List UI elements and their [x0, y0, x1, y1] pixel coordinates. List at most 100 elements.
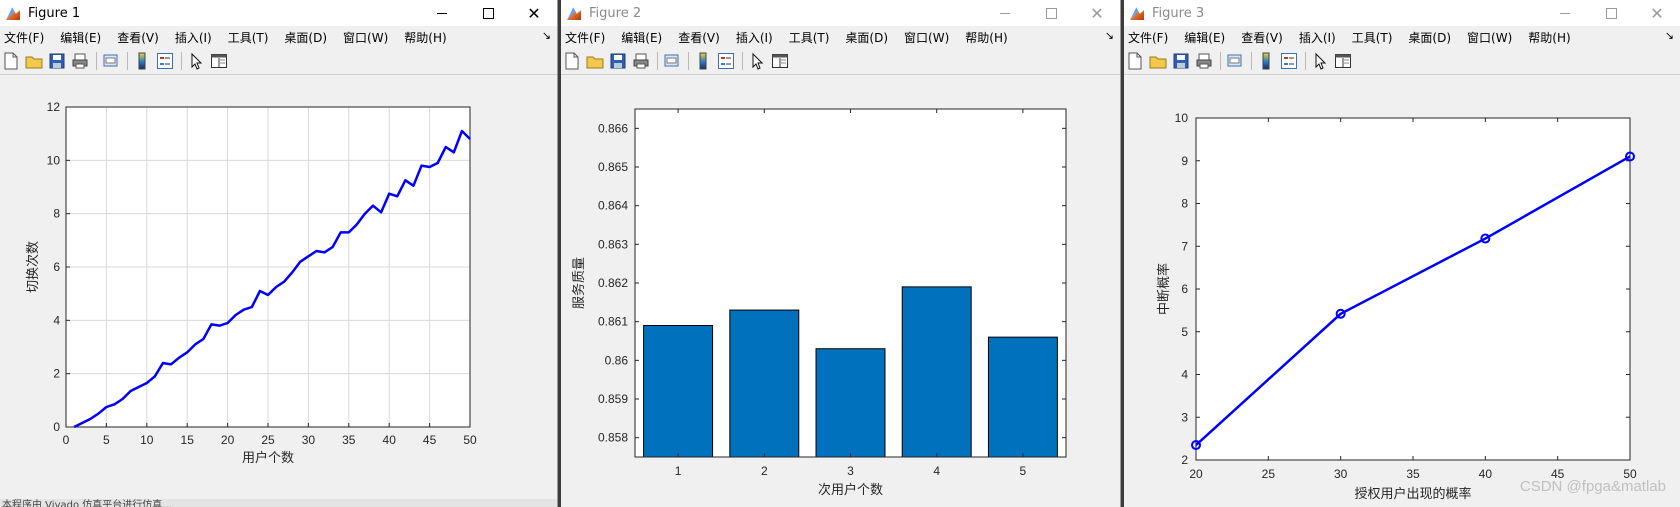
bar: [729, 309, 800, 458]
y-tick-label: 0.864: [598, 199, 628, 213]
chart-1: 0 5 10 15 20 25 30 35 40 45 50 0 2 4 6 8 10 12 用户个数 切换次数: [25, 100, 477, 465]
print-preview-icon[interactable]: [102, 52, 120, 70]
figure-toolbar: [0, 48, 557, 75]
print-preview-icon[interactable]: [663, 52, 681, 70]
axes: 0 5 10 15 20 25 30 35 40 45 50 0 2 4 6 8 10 12 用户个数 切换次数: [25, 100, 477, 465]
save-icon[interactable]: [1172, 52, 1190, 70]
menu-window[interactable]: 窗口(W): [904, 29, 949, 46]
toolbar-separator: [742, 52, 743, 70]
window-title: Figure 3: [1152, 5, 1205, 21]
x-axis-label: 次用户个数: [818, 482, 883, 497]
bar: [901, 286, 972, 458]
new-file-icon[interactable]: [2, 52, 20, 70]
minimize-button[interactable]: [419, 0, 465, 26]
toolbar-separator: [688, 52, 689, 70]
new-file-icon[interactable]: [563, 52, 581, 70]
colorbar-icon[interactable]: [133, 52, 151, 70]
menu-window[interactable]: 窗口(W): [343, 29, 388, 46]
figure-toolbar: [1124, 48, 1680, 75]
figure-window-2: Figure 2 ✕ 文件(F) 编辑(E) 查看(V) 插入(I) 工具(T)…: [561, 0, 1121, 507]
menu-view[interactable]: 查看(V): [117, 29, 159, 46]
menu-bar: 文件(F) 编辑(E) 查看(V) 插入(I) 工具(T) 桌面(D) 窗口(W…: [561, 26, 1120, 48]
x-tick-label: 45: [423, 433, 437, 447]
y-tick-label: 9: [1181, 154, 1188, 168]
print-icon[interactable]: [632, 52, 650, 70]
close-button[interactable]: ✕: [1074, 0, 1120, 26]
maximize-button[interactable]: [1588, 0, 1634, 26]
save-icon[interactable]: [48, 52, 66, 70]
colorbar-icon[interactable]: [1257, 52, 1275, 70]
x-tick-label: 4: [933, 464, 940, 478]
minimize-button[interactable]: [982, 0, 1028, 26]
open-folder-icon[interactable]: [586, 52, 604, 70]
menu-window[interactable]: 窗口(W): [1467, 29, 1512, 46]
menu-insert[interactable]: 插入(I): [736, 29, 773, 46]
window-title: Figure 1: [28, 5, 81, 21]
print-preview-icon[interactable]: [1226, 52, 1244, 70]
property-editor-icon[interactable]: [771, 52, 789, 70]
x-axis-label: 用户个数: [242, 450, 294, 465]
property-editor-icon[interactable]: [210, 52, 228, 70]
menu-edit[interactable]: 编辑(E): [60, 29, 101, 46]
pointer-icon[interactable]: [748, 52, 766, 70]
open-folder-icon[interactable]: [1149, 52, 1167, 70]
menu-tools[interactable]: 工具(T): [789, 29, 830, 46]
menu-file[interactable]: 文件(F): [1128, 29, 1168, 46]
legend-icon[interactable]: [1280, 52, 1298, 70]
bar: [987, 336, 1058, 458]
property-editor-icon[interactable]: [1334, 52, 1352, 70]
y-tick-label: 0.861: [598, 315, 628, 329]
chart-2-area: 1 2 3 4 5 0.858 0.859 0.86 0.861 0.862 0.863 0.864 0…: [561, 74, 1120, 507]
y-tick-label: 0.865: [598, 160, 628, 174]
legend-icon[interactable]: [717, 52, 735, 70]
title-bar[interactable]: Figure 3 ✕: [1124, 0, 1680, 26]
x-tick-label: 0: [63, 433, 70, 447]
y-tick-label: 0.866: [598, 121, 628, 135]
menu-view[interactable]: 查看(V): [1241, 29, 1283, 46]
pointer-icon[interactable]: [187, 52, 205, 70]
menu-view[interactable]: 查看(V): [678, 29, 720, 46]
y-tick-label: 6: [1181, 282, 1188, 296]
open-folder-icon[interactable]: [25, 52, 43, 70]
menu-tools[interactable]: 工具(T): [228, 29, 269, 46]
minimize-button[interactable]: [1542, 0, 1588, 26]
save-icon[interactable]: [609, 52, 627, 70]
menu-file[interactable]: 文件(F): [4, 29, 44, 46]
close-button[interactable]: ✕: [511, 0, 557, 26]
maximize-button[interactable]: [1028, 0, 1074, 26]
menu-overflow-icon[interactable]: ↘: [1105, 29, 1114, 42]
x-tick-label: 25: [1262, 467, 1276, 481]
title-bar[interactable]: Figure 1 ✕: [0, 0, 557, 26]
menu-help[interactable]: 帮助(H): [1528, 29, 1570, 46]
x-tick-label: 5: [103, 433, 110, 447]
print-icon[interactable]: [1195, 52, 1213, 70]
maximize-button[interactable]: [465, 0, 511, 26]
title-bar[interactable]: Figure 2 ✕: [561, 0, 1120, 26]
chart-2: 1 2 3 4 5 0.858 0.859 0.86 0.861 0.862 0.863 0.864 0…: [571, 108, 1067, 497]
menu-desktop[interactable]: 桌面(D): [1408, 29, 1451, 46]
menu-help[interactable]: 帮助(H): [965, 29, 1007, 46]
toolbar-separator: [1220, 52, 1221, 70]
menu-help[interactable]: 帮助(H): [404, 29, 446, 46]
y-tick-label: 12: [47, 100, 61, 114]
menu-overflow-icon[interactable]: ↘: [1665, 29, 1674, 42]
new-file-icon[interactable]: [1126, 52, 1144, 70]
menu-file[interactable]: 文件(F): [565, 29, 605, 46]
menu-desktop[interactable]: 桌面(D): [845, 29, 888, 46]
pointer-icon[interactable]: [1311, 52, 1329, 70]
x-tick-label: 40: [383, 433, 397, 447]
legend-icon[interactable]: [156, 52, 174, 70]
toolbar-separator: [96, 52, 97, 70]
close-button[interactable]: ✕: [1634, 0, 1680, 26]
menu-edit[interactable]: 编辑(E): [1184, 29, 1225, 46]
menu-insert[interactable]: 插入(I): [175, 29, 212, 46]
menu-edit[interactable]: 编辑(E): [621, 29, 662, 46]
menu-tools[interactable]: 工具(T): [1352, 29, 1393, 46]
y-tick-label: 5: [1181, 325, 1188, 339]
menu-overflow-icon[interactable]: ↘: [542, 29, 551, 42]
print-icon[interactable]: [71, 52, 89, 70]
menu-desktop[interactable]: 桌面(D): [284, 29, 327, 46]
colorbar-icon[interactable]: [694, 52, 712, 70]
menu-insert[interactable]: 插入(I): [1299, 29, 1336, 46]
toolbar-separator: [181, 52, 182, 70]
